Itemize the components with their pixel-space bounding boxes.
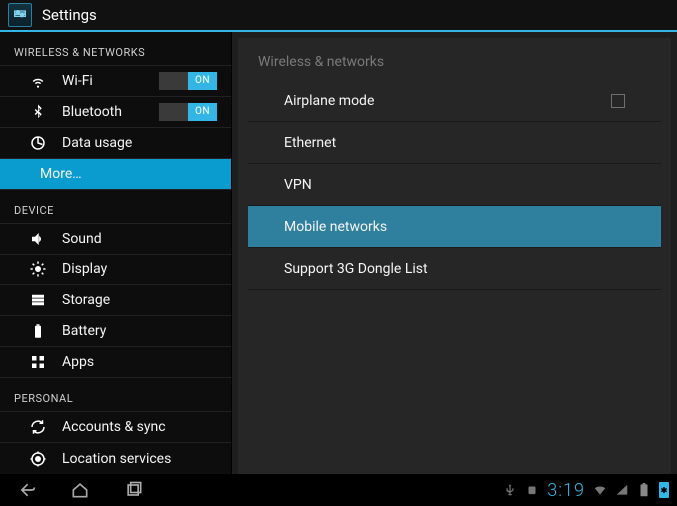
panel-title: Wireless & networks [238, 38, 671, 80]
sidebar-item-label: Sound [62, 231, 102, 247]
panel-item-vpn[interactable]: VPN [248, 164, 661, 206]
data-usage-icon [28, 133, 48, 153]
panel-item-ethernet[interactable]: Ethernet [248, 122, 661, 164]
panel-item-label: VPN [284, 177, 312, 193]
panel-item-label: Airplane mode [284, 93, 374, 109]
sidebar-item-sound[interactable]: Sound [0, 224, 231, 255]
apps-icon [28, 352, 48, 372]
sidebar-item-label: Display [62, 261, 107, 277]
sidebar-item-apps[interactable]: Apps [0, 347, 231, 378]
sidebar-item-battery[interactable]: Battery [0, 316, 231, 347]
wifi-signal-icon [593, 483, 607, 497]
airplane-mode-checkbox[interactable] [611, 94, 625, 108]
detail-panel: Wireless & networks Airplane mode Ethern… [232, 32, 677, 474]
panel-item-mobile-networks[interactable]: Mobile networks [248, 206, 661, 248]
app-bar: Settings [0, 0, 677, 32]
sidebar-item-location-services[interactable]: Location services [0, 443, 231, 474]
battery-icon [28, 321, 48, 341]
bluetooth-status-icon: ✱ [659, 482, 669, 498]
settings-app-icon [8, 3, 32, 27]
status-clock: 3:19 [547, 480, 585, 501]
section-header-personal: PERSONAL [0, 378, 231, 412]
app-title: Settings [42, 6, 97, 24]
bluetooth-icon [28, 102, 48, 122]
back-button[interactable] [8, 479, 44, 501]
sidebar-item-storage[interactable]: Storage [0, 285, 231, 316]
sidebar-item-label: Battery [62, 323, 106, 339]
panel-item-label: Mobile networks [284, 219, 387, 235]
bluetooth-toggle[interactable]: ON [159, 103, 217, 121]
sidebar-item-accounts-sync[interactable]: Accounts & sync [0, 412, 231, 443]
recent-apps-button[interactable] [116, 479, 152, 501]
panel-item-label: Support 3G Dongle List [284, 261, 428, 277]
sidebar-item-display[interactable]: Display [0, 255, 231, 286]
panel-item-airplane-mode[interactable]: Airplane mode [248, 80, 661, 122]
sidebar-item-label: Accounts & sync [62, 419, 166, 435]
wifi-toggle[interactable]: ON [159, 72, 217, 90]
sidebar-item-label: Wi-Fi [62, 73, 93, 89]
sound-icon [28, 229, 48, 249]
cell-signal-icon [615, 483, 629, 497]
android-debug-icon [525, 483, 539, 497]
panel-item-support-3g-dongle-list[interactable]: Support 3G Dongle List [248, 248, 661, 290]
sidebar-item-more[interactable]: More… [0, 159, 231, 190]
sidebar-item-bluetooth[interactable]: Bluetooth ON [0, 97, 231, 128]
section-header-device: DEVICE [0, 190, 231, 224]
sidebar-item-wifi[interactable]: Wi-Fi ON [0, 66, 231, 97]
home-button[interactable] [62, 479, 98, 501]
display-icon [28, 259, 48, 279]
sidebar-item-label: Storage [62, 292, 110, 308]
wifi-icon [28, 71, 48, 91]
sidebar-item-label: Data usage [62, 135, 132, 151]
sidebar-item-label: More… [40, 166, 82, 182]
location-icon [28, 449, 48, 469]
sidebar-item-label: Bluetooth [62, 104, 122, 120]
battery-status-icon [637, 483, 651, 497]
sidebar-item-label: Apps [62, 354, 94, 370]
storage-icon [28, 290, 48, 310]
section-header-wireless: WIRELESS & NETWORKS [0, 32, 231, 66]
sync-icon [28, 417, 48, 437]
navigation-bar: 3:19 ✱ [0, 474, 677, 506]
sidebar-item-label: Location services [62, 451, 171, 467]
usb-icon [503, 483, 517, 497]
sidebar-item-data-usage[interactable]: Data usage [0, 128, 231, 159]
settings-sidebar: WIRELESS & NETWORKS Wi-Fi ON Bluetooth O… [0, 32, 232, 474]
panel-item-label: Ethernet [284, 135, 336, 151]
